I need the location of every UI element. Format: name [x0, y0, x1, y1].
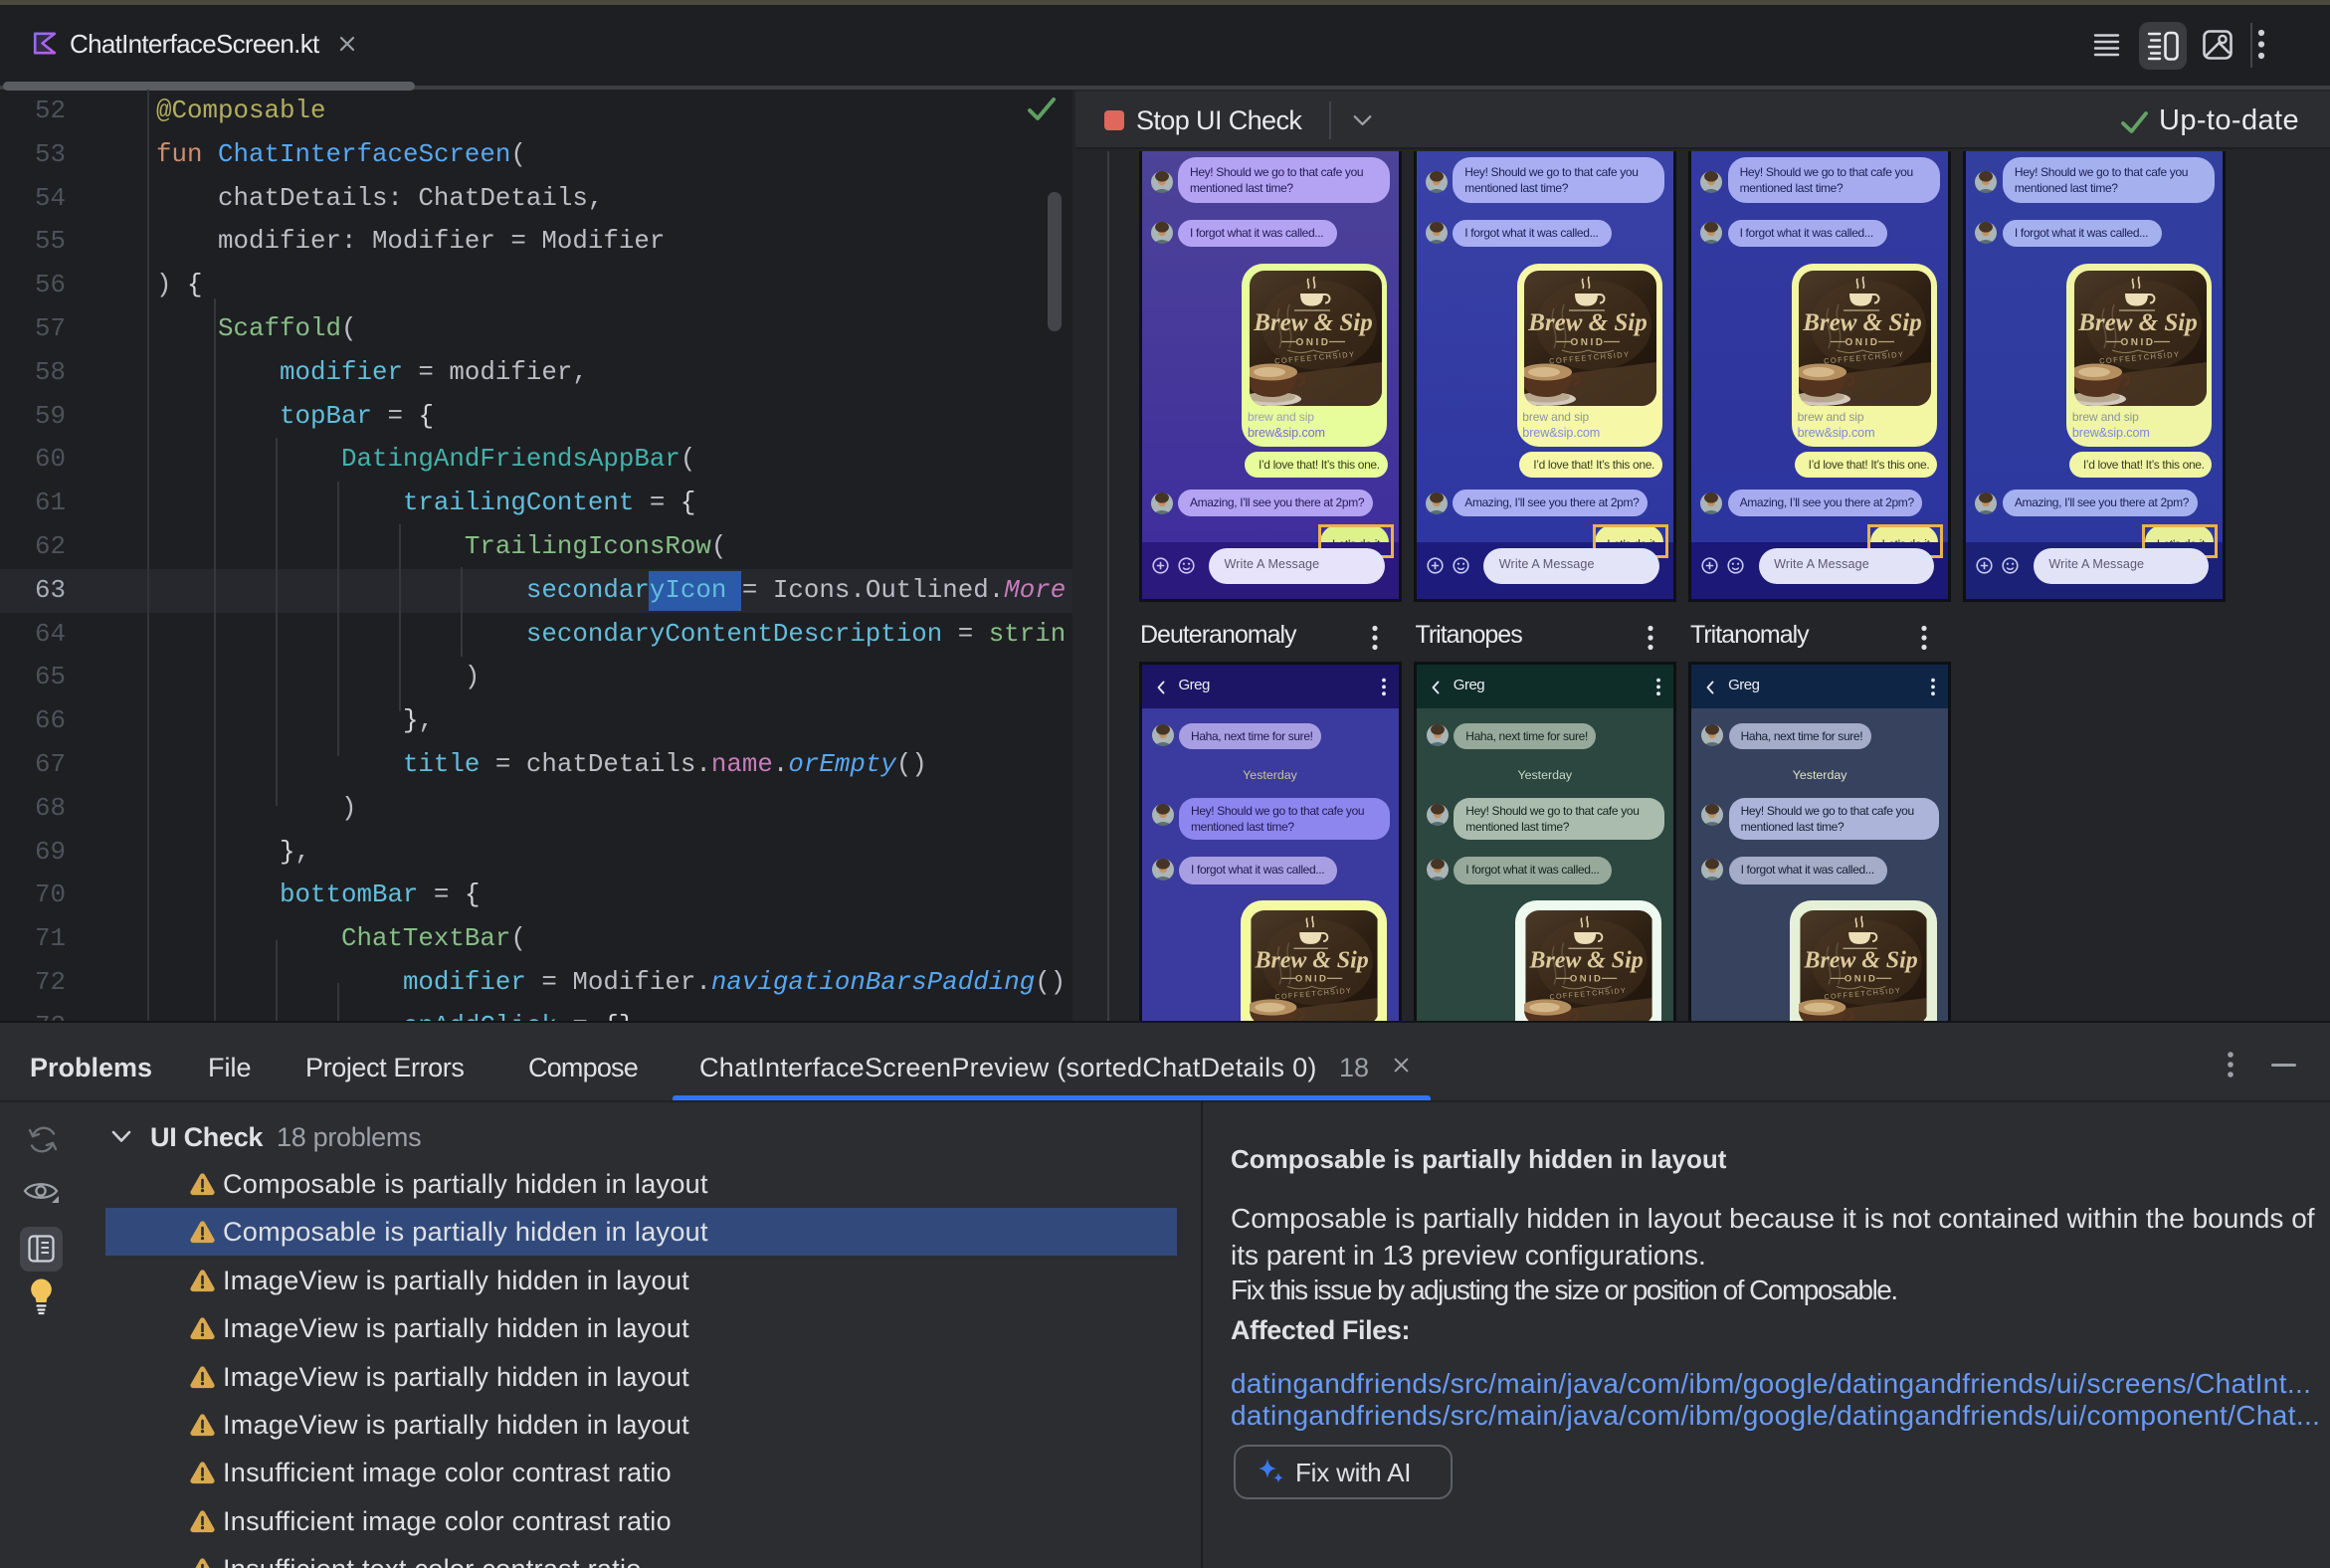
svg-text:Brew & Sip: Brew & Sip	[2077, 309, 2197, 336]
svg-text:Brew & Sip: Brew & Sip	[1527, 309, 1647, 336]
svg-text:Brew & Sip: Brew & Sip	[1529, 947, 1644, 973]
svg-text:ONID: ONID	[2120, 337, 2155, 348]
svg-text:Brew & Sip: Brew & Sip	[1253, 309, 1372, 336]
svg-text:ONID: ONID	[1845, 973, 1877, 984]
svg-text:ONID: ONID	[1845, 337, 1880, 348]
svg-text:Brew & Sip: Brew & Sip	[1804, 947, 1918, 973]
svg-text:ONID: ONID	[1295, 973, 1328, 984]
svg-text:ONID: ONID	[1295, 337, 1330, 348]
svg-text:Brew & Sip: Brew & Sip	[1803, 309, 1922, 336]
svg-text:ONID: ONID	[1570, 337, 1605, 348]
svg-text:Brew & Sip: Brew & Sip	[1254, 947, 1368, 973]
svg-text:ONID: ONID	[1570, 973, 1603, 984]
